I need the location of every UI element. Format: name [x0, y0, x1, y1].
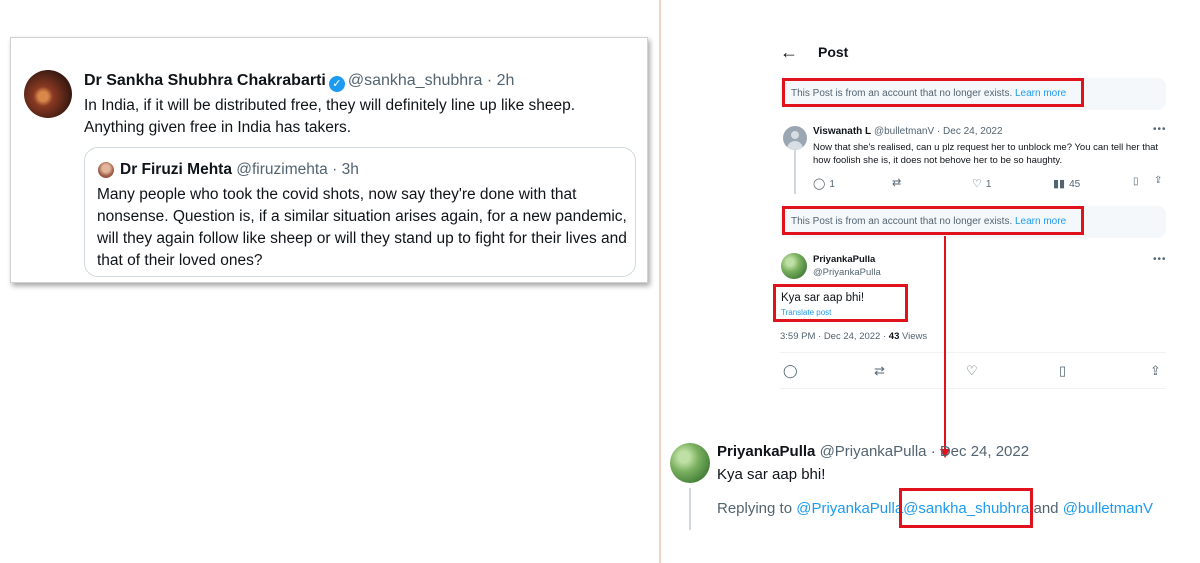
like-button[interactable]: ♡ 1 — [972, 177, 991, 190]
highlight-box-3 — [773, 284, 908, 322]
thread-line — [794, 150, 796, 194]
retweet-icon: ⇄ — [892, 177, 902, 189]
highlight-box-4 — [899, 488, 1033, 528]
like-icon: ♡ — [972, 178, 982, 190]
reply-icon[interactable]: ◯ — [783, 363, 798, 379]
quoted-tweet[interactable]: Dr Firuzi Mehta @firuzimehta · 3h Many p… — [84, 147, 636, 277]
reply-body: Kya sar aap bhi! — [717, 466, 826, 483]
highlight-box-2 — [782, 206, 1084, 235]
reply-header: Viswanath L @bulletmanV · Dec 24, 2022 — [813, 126, 1003, 137]
author-avatar[interactable] — [781, 253, 807, 279]
author-name[interactable]: Dr Sankha Shubhra Chakrabarti — [84, 72, 326, 89]
views-button[interactable]: ▮▮ 45 — [1053, 177, 1080, 190]
more-icon[interactable]: ••• — [1153, 124, 1167, 135]
quote-author-avatar — [98, 162, 114, 178]
quote-body: Many people who took the covid shots, no… — [97, 186, 627, 269]
reply-author-name[interactable]: Viswanath L — [813, 126, 871, 137]
and-text: and — [1033, 500, 1059, 517]
reply-body: Now that she's realised, can u plz reque… — [813, 142, 1159, 166]
page-title: Post — [818, 44, 849, 60]
quote-time: · 3h — [332, 161, 359, 178]
thread-line — [689, 488, 691, 530]
more-icon[interactable]: ••• — [1153, 254, 1167, 265]
mention-link[interactable]: @bulletmanV — [1063, 500, 1153, 517]
reply-date[interactable]: · Dec 24, 2022 — [931, 443, 1029, 460]
views-label: Views — [902, 331, 928, 342]
author-handle[interactable]: @sankha_shubhra — [348, 72, 483, 89]
like-icon[interactable]: ♡ — [966, 363, 978, 379]
bookmark-icon[interactable]: ▯ — [1059, 363, 1066, 379]
share-icon[interactable]: ⇪ — [1154, 175, 1162, 186]
views-icon: ▮▮ — [1053, 178, 1066, 190]
share-icon[interactable]: ⇪ — [1150, 363, 1161, 379]
post-timestamp[interactable]: 3:59 PM · Dec 24, 2022 · — [780, 331, 886, 342]
tweet-time[interactable]: · 2h — [487, 72, 515, 89]
tweet-header: Dr Sankha Shubhra Chakrabarti ✓ @sankha_sh… — [84, 72, 514, 92]
reply-author-name[interactable]: PriyankaPulla — [717, 443, 815, 460]
reply-header: PriyankaPulla @PriyankaPulla · Dec 24, 2… — [717, 443, 1029, 460]
retweet-button[interactable]: ⇄ — [892, 176, 905, 189]
reply-icon: ◯ — [813, 178, 826, 190]
reply-button[interactable]: ◯ 1 — [813, 177, 835, 190]
divider-line — [780, 388, 1166, 389]
quote-author-handle: @firuzimehta — [236, 161, 328, 178]
panel-divider — [659, 0, 661, 563]
reply-author-handle[interactable]: @PriyankaPulla — [820, 443, 927, 460]
verified-badge-icon: ✓ — [328, 76, 345, 92]
views-count: 43 — [888, 331, 900, 342]
replying-to-label: Replying to — [717, 500, 793, 517]
mention-link[interactable]: @PriyankaPulla — [796, 500, 903, 517]
quote-header: Dr Firuzi Mehta @firuzimehta · 3h — [120, 161, 359, 179]
post-metadata: 3:59 PM · Dec 24, 2022 · 43 Views — [780, 331, 927, 342]
post-header: ← Post — [770, 38, 1166, 70]
retweet-icon[interactable]: ⇄ — [874, 363, 885, 379]
highlight-box — [782, 78, 1084, 107]
post-author-name[interactable]: PriyankaPulla — [813, 254, 875, 265]
annotation-arrow — [944, 236, 946, 452]
author-avatar[interactable] — [670, 443, 710, 483]
back-arrow-icon[interactable]: ← — [780, 42, 798, 63]
bookmark-icon[interactable]: ▯ — [1133, 176, 1139, 187]
default-avatar[interactable] — [783, 126, 807, 150]
author-avatar[interactable] — [24, 70, 72, 118]
left-tweet-card: Dr Sankha Shubhra Chakrabarti ✓ @sankha_sh… — [10, 37, 648, 283]
post-author-handle[interactable]: @PriyankaPulla — [813, 267, 881, 278]
divider-line — [780, 352, 1166, 353]
quote-author-name: Dr Firuzi Mehta — [120, 161, 232, 178]
reply-author-handle[interactable]: @bulletmanV — [874, 126, 934, 137]
tweet-body: In India, if it will be distributed free… — [84, 97, 576, 136]
reply-date[interactable]: · Dec 24, 2022 — [937, 126, 1003, 137]
